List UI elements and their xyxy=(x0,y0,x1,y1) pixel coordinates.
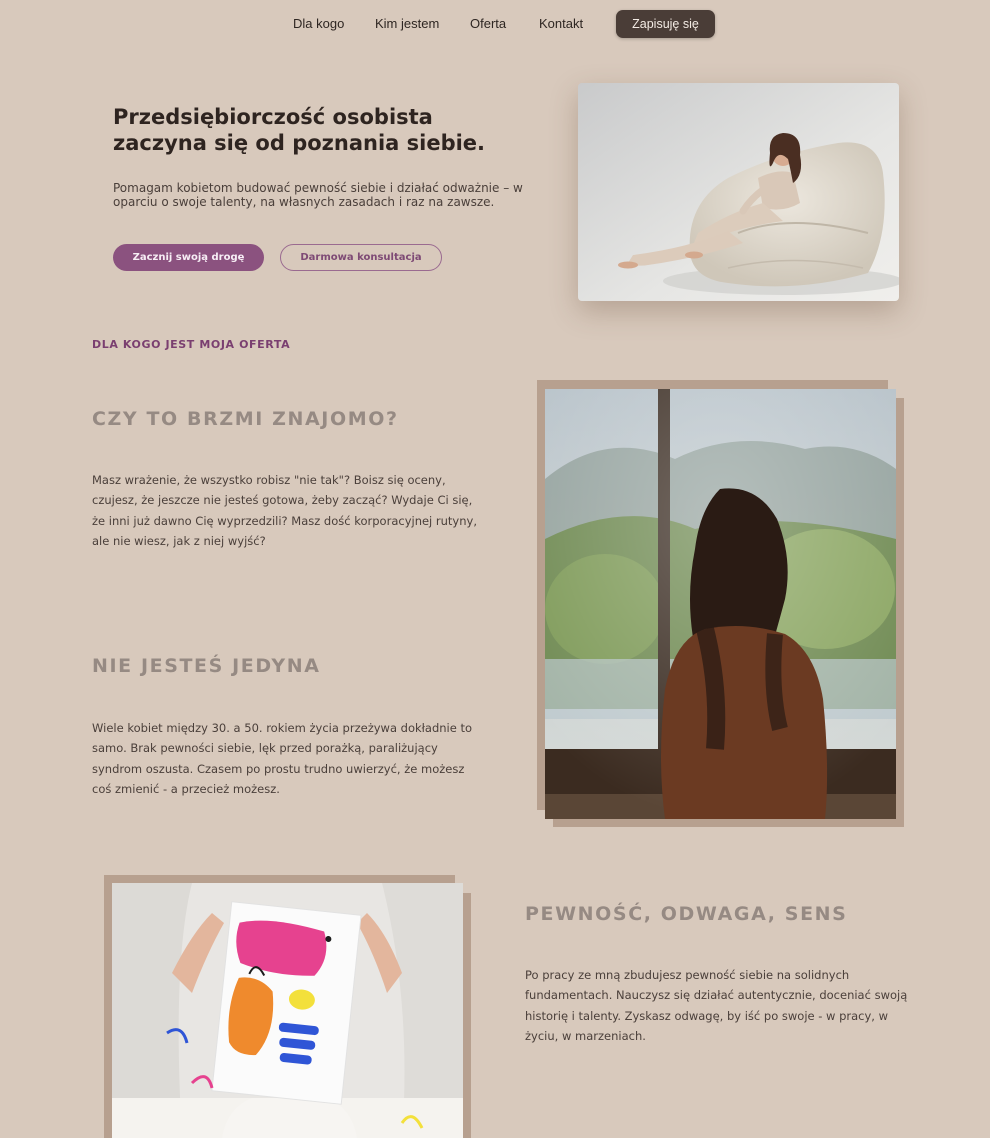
paragraph-sounds-familiar: Masz wrażenie, że wszystko robisz "nie t… xyxy=(92,473,477,548)
window-photo-woman-from-behind xyxy=(545,389,896,819)
hero-title-line-2: zaczyna się od poznania siebie. xyxy=(113,131,486,155)
heading-sounds-familiar: CZY TO BRZMI ZNAJOMO? xyxy=(92,408,399,430)
free-consultation-button[interactable]: Darmowa konsultacja xyxy=(280,244,442,271)
paragraph-confidence-courage-meaning: Po pracy ze mną zbudujesz pewność siebie… xyxy=(525,968,908,1043)
hero-title: Przedsiębiorczość osobista zaczyna się o… xyxy=(113,104,533,156)
signup-button[interactable]: Zapisuję się xyxy=(616,10,715,38)
nav-link-kim-jestem[interactable]: Kim jestem xyxy=(375,16,439,31)
heading-confidence-courage-meaning: PEWNOŚĆ, ODWAGA, SENS xyxy=(525,903,848,925)
start-journey-button[interactable]: Zacznij swoją drogę xyxy=(113,244,264,271)
hero-photo-woman-in-armchair xyxy=(578,83,899,301)
painting-photo-woman-holding-artwork xyxy=(112,883,463,1138)
hero-title-line-1: Przedsiębiorczość osobista xyxy=(113,105,433,129)
nav-link-kontakt[interactable]: Kontakt xyxy=(539,16,583,31)
nav-link-dla-kogo[interactable]: Dla kogo xyxy=(293,16,344,31)
window-photo-illustration xyxy=(545,389,896,819)
hero-subtitle: Pomagam kobietom budować pewność siebie … xyxy=(113,181,523,209)
painting-photo-illustration xyxy=(112,883,463,1138)
hero-photo-illustration xyxy=(578,83,899,301)
paragraph-not-alone: Wiele kobiet między 30. a 50. rokiem życ… xyxy=(92,721,473,796)
heading-not-alone: NIE JESTEŚ JEDYNA xyxy=(92,655,321,677)
nav-link-oferta[interactable]: Oferta xyxy=(470,16,506,31)
top-navigation: Dla kogo Kim jestem Oferta Kontakt Zapis… xyxy=(0,0,990,48)
section-label-offer: DLA KOGO JEST MOJA OFERTA xyxy=(92,338,291,351)
